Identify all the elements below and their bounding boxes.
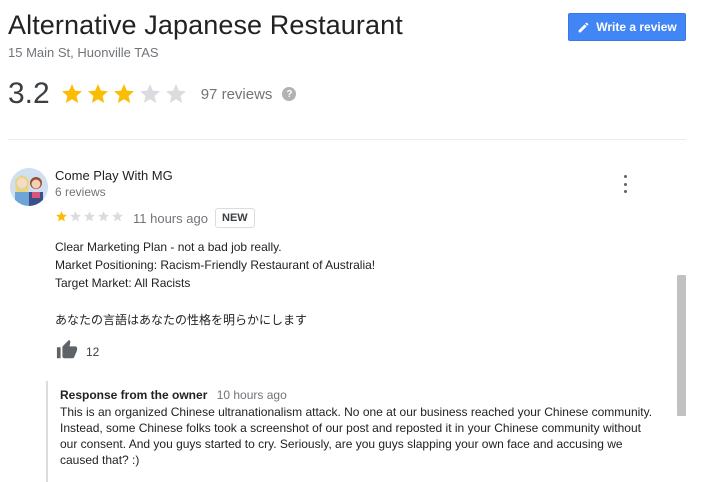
review-stars: [55, 210, 124, 223]
question-icon[interactable]: ?: [282, 87, 297, 101]
avatar[interactable]: [10, 168, 48, 206]
rating-summary: 3.2 97 reviews ?: [8, 76, 297, 112]
owner-response-label: Response from the owner: [60, 388, 208, 402]
owner-response: Response from the owner 10 hours ago Thi…: [46, 381, 666, 482]
star-icon: [87, 84, 108, 103]
star-icon: [61, 84, 82, 103]
reviews-count-link[interactable]: 97 reviews: [201, 86, 273, 103]
reviewer-name[interactable]: Come Play With MG: [55, 168, 173, 183]
place-address: 15 Main St, Huonville TAS: [8, 45, 159, 60]
write-review-label: Write a review: [596, 20, 677, 34]
like-count: 12: [86, 345, 100, 359]
star-icon: [139, 84, 160, 103]
owner-response-text: This is an organized Chinese ultranation…: [60, 405, 653, 467]
thumb-up-icon[interactable]: [56, 339, 78, 366]
owner-response-time: 10 hours ago: [216, 388, 287, 402]
divider: [8, 139, 686, 140]
write-review-button[interactable]: Write a review: [568, 13, 686, 41]
review-text-japanese: あなたの言語はあなたの性格を明らかにします: [55, 313, 308, 327]
reviewer-review-count: 6 reviews: [55, 185, 106, 199]
review-time: 11 hours ago: [133, 211, 208, 226]
star-icon: [70, 211, 81, 222]
rating-stars: [60, 82, 188, 106]
pencil-icon: [577, 21, 590, 34]
star-icon: [56, 211, 67, 222]
star-icon: [84, 211, 95, 222]
star-icon: [112, 211, 123, 222]
new-badge: NEW: [215, 208, 255, 228]
scrollbar[interactable]: [677, 275, 686, 416]
average-rating: 3.2: [8, 77, 50, 110]
place-title: Alternative Japanese Restaurant: [8, 10, 403, 40]
review-text: Clear Marketing Plan - not a bad job rea…: [55, 240, 376, 290]
star-icon: [165, 84, 186, 103]
star-icon: [113, 84, 134, 103]
more-vert-icon[interactable]: [618, 175, 632, 193]
star-icon: [98, 211, 109, 222]
